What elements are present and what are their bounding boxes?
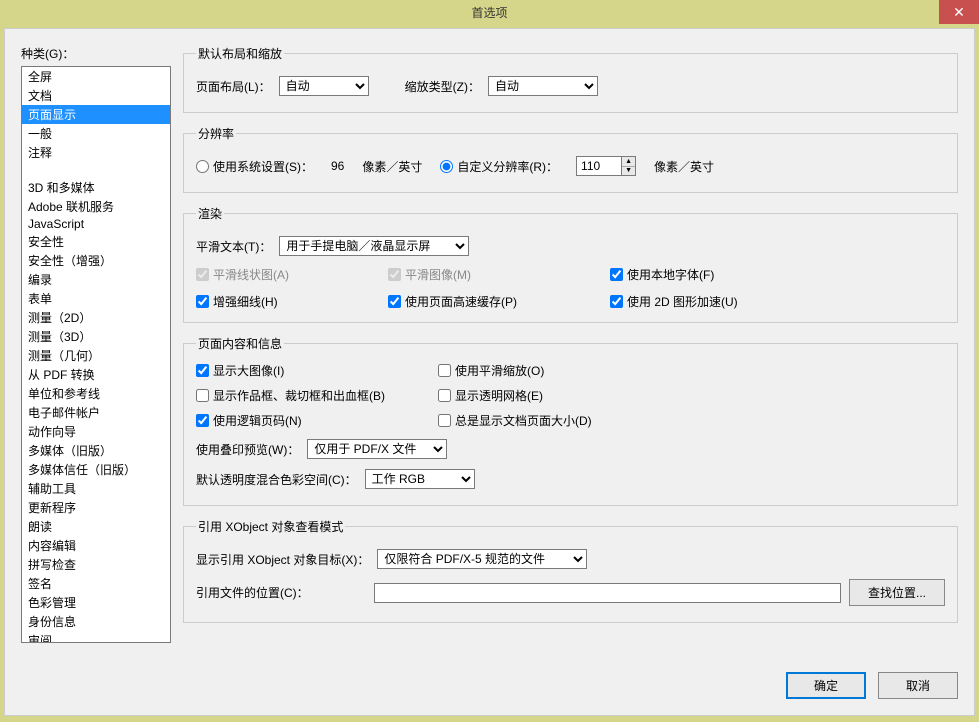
- category-item[interactable]: 辅助工具: [22, 479, 170, 498]
- dialog-footer: 确定 取消: [21, 672, 958, 699]
- xobject-target-select[interactable]: 仅限符合 PDF/X-5 规范的文件: [377, 549, 587, 569]
- always-show-doc-size-checkbox[interactable]: 总是显示文档页面大小(D): [438, 412, 668, 429]
- custom-resolution-input[interactable]: [576, 156, 622, 176]
- cancel-button[interactable]: 取消: [878, 672, 958, 699]
- page-layout-label: 页面布局(L)：: [196, 78, 271, 95]
- legend-default-layout: 默认布局和缩放: [196, 45, 284, 62]
- group-default-layout: 默认布局和缩放 页面布局(L)： 自动 缩放类型(Z)： 自动: [183, 45, 958, 113]
- group-rendering: 渲染 平滑文本(T)： 用于手提电脑／液晶显示屏 平滑线状图(A) 平滑图像(M…: [183, 205, 958, 323]
- show-large-images-checkbox[interactable]: 显示大图像(I): [196, 362, 426, 379]
- category-item[interactable]: 动作向导: [22, 422, 170, 441]
- category-item[interactable]: 签名: [22, 574, 170, 593]
- category-item[interactable]: 身份信息: [22, 612, 170, 631]
- category-item[interactable]: 多媒体信任（旧版）: [22, 460, 170, 479]
- group-resolution: 分辨率 使用系统设置(S)： 96 像素／英寸 自定义分辨率(R)：: [183, 125, 958, 193]
- xobject-target-label: 显示引用 XObject 对象目标(X)：: [196, 551, 369, 568]
- custom-resolution-spinner[interactable]: ▲ ▼: [576, 156, 636, 176]
- category-item[interactable]: 全屏: [22, 67, 170, 86]
- use-smooth-zoom-checkbox[interactable]: 使用平滑缩放(O): [438, 362, 668, 379]
- category-item[interactable]: 更新程序: [22, 498, 170, 517]
- legend-page-content: 页面内容和信息: [196, 335, 284, 352]
- file-location-input[interactable]: [374, 583, 841, 603]
- category-item[interactable]: 测量（3D）: [22, 327, 170, 346]
- legend-xobject: 引用 XObject 对象查看模式: [196, 518, 345, 535]
- titlebar: 首选项 ✕: [0, 0, 979, 24]
- category-item[interactable]: 文档: [22, 86, 170, 105]
- page-layout-select[interactable]: 自动: [279, 76, 369, 96]
- category-item[interactable]: 电子邮件帐户: [22, 403, 170, 422]
- category-item[interactable]: 单位和参考线: [22, 384, 170, 403]
- content-panel: 默认布局和缩放 页面布局(L)： 自动 缩放类型(Z)： 自动 分辨率: [183, 45, 958, 666]
- use-local-fonts-checkbox[interactable]: 使用本地字体(F): [610, 266, 790, 283]
- use-logical-page-num-checkbox[interactable]: 使用逻辑页码(N): [196, 412, 426, 429]
- category-item[interactable]: 内容编辑: [22, 536, 170, 555]
- overprint-preview-label: 使用叠印预览(W)：: [196, 441, 299, 458]
- transparency-blend-label: 默认透明度混合色彩空间(C)：: [196, 471, 357, 488]
- legend-resolution: 分辨率: [196, 125, 236, 142]
- category-item[interactable]: [22, 162, 170, 178]
- overprint-preview-select[interactable]: 仅用于 PDF/X 文件: [307, 439, 447, 459]
- category-item[interactable]: 多媒体（旧版）: [22, 441, 170, 460]
- spinner-down-icon[interactable]: ▼: [622, 167, 635, 176]
- group-page-content: 页面内容和信息 显示大图像(I) 使用平滑缩放(O) 显示作品框、裁切框和出血框…: [183, 335, 958, 506]
- category-item[interactable]: Adobe 联机服务: [22, 197, 170, 216]
- category-list[interactable]: 全屏文档页面显示一般注释3D 和多媒体Adobe 联机服务JavaScript安…: [21, 66, 171, 643]
- show-art-box-checkbox[interactable]: 显示作品框、裁切框和出血框(B): [196, 387, 426, 404]
- smooth-images-checkbox: 平滑图像(M): [388, 266, 598, 283]
- category-item[interactable]: 安全性: [22, 232, 170, 251]
- category-item[interactable]: 页面显示: [22, 105, 170, 124]
- category-item[interactable]: JavaScript: [22, 216, 170, 232]
- ok-button[interactable]: 确定: [786, 672, 866, 699]
- category-item[interactable]: 注释: [22, 143, 170, 162]
- resolution-unit-1: 像素／英寸: [362, 158, 422, 175]
- category-item[interactable]: 拼写检查: [22, 555, 170, 574]
- category-item[interactable]: 安全性（增强）: [22, 251, 170, 270]
- category-item[interactable]: 一般: [22, 124, 170, 143]
- enhance-thin-lines-checkbox[interactable]: 增强细线(H): [196, 293, 376, 310]
- category-item[interactable]: 审阅: [22, 631, 170, 643]
- use-2d-accel-checkbox[interactable]: 使用 2D 图形加速(U): [610, 293, 790, 310]
- resolution-unit-2: 像素／英寸: [654, 158, 714, 175]
- category-item[interactable]: 从 PDF 转换: [22, 365, 170, 384]
- window-body: 种类(G)： 全屏文档页面显示一般注释 3D 和多媒体Adobe 联机服务Java…: [4, 28, 975, 716]
- smooth-line-art-checkbox: 平滑线状图(A): [196, 266, 376, 283]
- zoom-type-label: 缩放类型(Z)：: [405, 78, 480, 95]
- show-transparency-grid-checkbox[interactable]: 显示透明网格(E): [438, 387, 668, 404]
- category-item[interactable]: 测量（2D）: [22, 308, 170, 327]
- use-page-cache-checkbox[interactable]: 使用页面高速缓存(P): [388, 293, 598, 310]
- category-item[interactable]: 3D 和多媒体: [22, 178, 170, 197]
- category-item[interactable]: 朗读: [22, 517, 170, 536]
- category-item[interactable]: 编录: [22, 270, 170, 289]
- close-icon: ✕: [953, 4, 965, 21]
- sidebar: 种类(G)： 全屏文档页面显示一般注释 3D 和多媒体Adobe 联机服务Java…: [21, 45, 171, 666]
- group-xobject: 引用 XObject 对象查看模式 显示引用 XObject 对象目标(X)： …: [183, 518, 958, 623]
- system-resolution-value: 96: [331, 159, 344, 173]
- custom-resolution-radio[interactable]: 自定义分辨率(R)：: [440, 158, 558, 175]
- browse-location-button[interactable]: 查找位置...: [849, 579, 945, 606]
- smooth-text-label: 平滑文本(T)：: [196, 238, 271, 255]
- legend-rendering: 渲染: [196, 205, 224, 222]
- use-system-resolution-radio[interactable]: 使用系统设置(S)：: [196, 158, 313, 175]
- category-item[interactable]: 色彩管理: [22, 593, 170, 612]
- category-item[interactable]: 测量（几何）: [22, 346, 170, 365]
- file-location-label: 引用文件的位置(C)：: [196, 584, 366, 601]
- smooth-text-select[interactable]: 用于手提电脑／液晶显示屏: [279, 236, 469, 256]
- close-button[interactable]: ✕: [939, 0, 979, 24]
- spinner-up-icon[interactable]: ▲: [622, 157, 635, 167]
- zoom-type-select[interactable]: 自动: [488, 76, 598, 96]
- window-title: 首选项: [471, 4, 507, 21]
- category-item[interactable]: 表单: [22, 289, 170, 308]
- transparency-blend-select[interactable]: 工作 RGB: [365, 469, 475, 489]
- sidebar-label: 种类(G)：: [21, 45, 171, 62]
